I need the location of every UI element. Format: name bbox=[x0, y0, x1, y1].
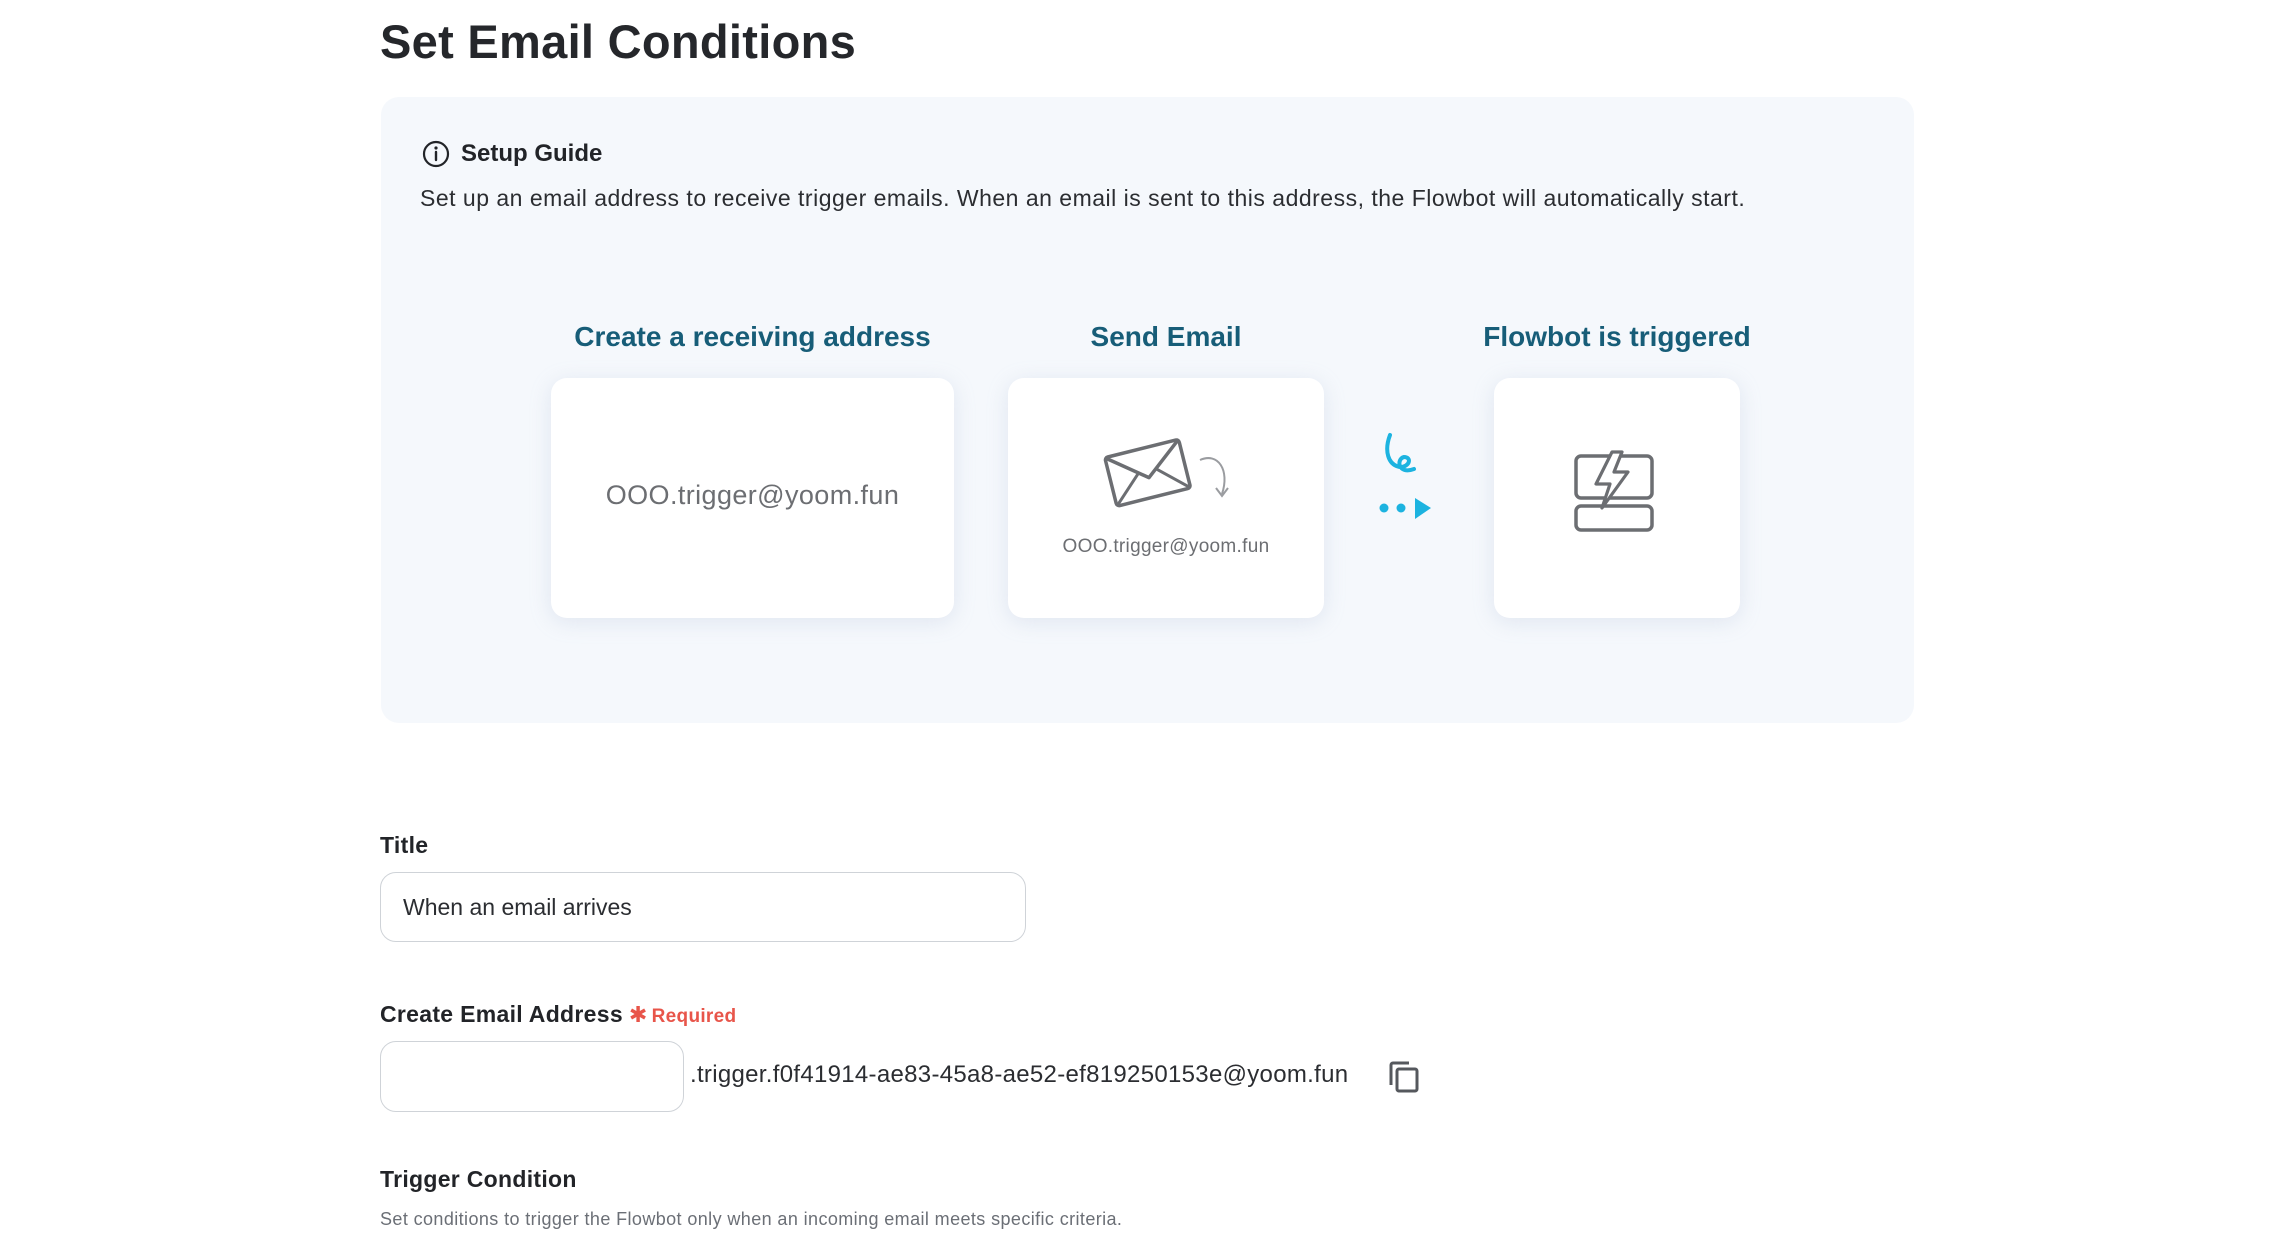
title-input[interactable] bbox=[380, 872, 1026, 942]
copy-icon[interactable] bbox=[1387, 1059, 1421, 1095]
example-address: OOO.trigger@yoom.fun bbox=[605, 480, 900, 510]
flowbot-server-icon bbox=[1572, 450, 1662, 545]
trigger-condition-label: Trigger Condition bbox=[380, 1166, 577, 1192]
title-label: Title bbox=[380, 832, 429, 858]
setup-guide-header: Setup Guide bbox=[421, 139, 602, 169]
email-suffix: .trigger.f0f41914-ae83-45a8-ae52-ef81925… bbox=[690, 1061, 1349, 1088]
required-badge: Required bbox=[651, 1006, 737, 1027]
email-prefix-input[interactable] bbox=[380, 1041, 684, 1112]
step-title-send-email: Send Email bbox=[1090, 321, 1242, 352]
step-card-send-email: OOO.trigger@yoom.fun bbox=[1008, 378, 1324, 618]
email-address-label-row: Create Email Address ✱ Required bbox=[380, 1001, 736, 1028]
setup-guide-panel: Setup Guide Set up an email address to r… bbox=[381, 97, 1914, 723]
arrow-icon bbox=[1370, 423, 1440, 538]
required-asterisk-icon: ✱ bbox=[628, 1002, 648, 1027]
trigger-condition-helper: Set conditions to trigger the Flowbot on… bbox=[380, 1209, 1123, 1229]
step-card-flowbot-triggered bbox=[1494, 378, 1740, 618]
setup-guide-title: Setup Guide bbox=[461, 140, 603, 167]
email-address-label: Create Email Address bbox=[380, 1001, 623, 1027]
step-title-create-address: Create a receiving address bbox=[574, 321, 931, 352]
setup-guide-description: Set up an email address to receive trigg… bbox=[420, 185, 1746, 211]
info-icon bbox=[421, 139, 451, 169]
step-card-create-address: OOO.trigger@yoom.fun bbox=[551, 378, 954, 618]
example-address-small: OOO.trigger@yoom.fun bbox=[1062, 536, 1270, 557]
page-title: Set Email Conditions bbox=[380, 15, 857, 68]
step-title-flowbot-triggered: Flowbot is triggered bbox=[1483, 321, 1751, 352]
envelope-icon bbox=[1102, 434, 1242, 519]
